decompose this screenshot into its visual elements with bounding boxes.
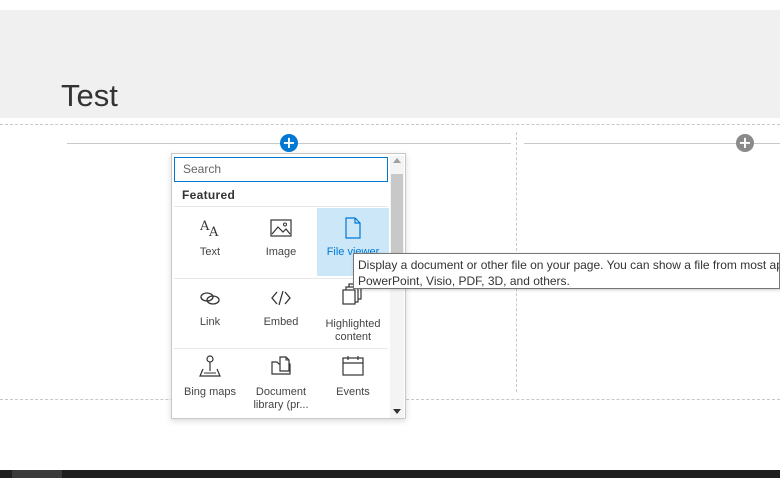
webpart-events[interactable]: Events (317, 350, 389, 418)
image-icon (270, 219, 292, 237)
document-library-icon (271, 356, 291, 375)
webpart-label: Document library (pr... (253, 386, 309, 411)
page-header: Test (0, 10, 780, 118)
webpart-label: Highlighted content (325, 318, 381, 343)
webpart-label: Image (265, 246, 297, 258)
search-input[interactable]: Search (174, 157, 388, 182)
link-icon (200, 292, 220, 305)
tooltip-line-2: PowerPoint, Visio, PDF, 3D, and others. (358, 274, 570, 288)
calendar-icon (342, 356, 364, 376)
webpart-label: Bing maps (184, 386, 236, 398)
webpart-label: Events (336, 386, 370, 398)
embed-icon (271, 290, 291, 306)
scroll-down-arrow-icon[interactable] (393, 409, 401, 414)
map-pin-icon (199, 355, 221, 377)
page-title[interactable]: Test (61, 78, 118, 114)
file-icon (345, 217, 361, 239)
sharepoint-page: Test + + Search Featured A A Text Image (0, 0, 780, 478)
scroll-thumb[interactable] (391, 174, 403, 256)
webpart-text[interactable]: A A Text (174, 208, 246, 276)
featured-heading: Featured (182, 188, 236, 202)
tooltip-line-1: Display a document or other file on your… (358, 258, 779, 272)
svg-text:A: A (208, 225, 219, 240)
webpart-label: Link (199, 316, 221, 328)
top-strip (0, 0, 780, 10)
webpart-link[interactable]: Link (174, 278, 246, 346)
webpart-embed[interactable]: Embed (245, 278, 317, 346)
row-separator (174, 206, 388, 207)
row-separator (174, 348, 388, 349)
file-viewer-tooltip: Display a document or other file on your… (353, 253, 780, 289)
taskbar-item[interactable] (12, 470, 62, 478)
webpart-bing-maps[interactable]: Bing maps (174, 350, 246, 418)
add-webpart-button-left[interactable]: + (280, 134, 298, 152)
webpart-label: Text (199, 246, 221, 258)
text-icon: A A (199, 219, 219, 240)
webpart-image[interactable]: Image (245, 208, 317, 276)
section-border-top (0, 124, 780, 125)
webpart-label: Embed (263, 316, 299, 328)
add-webpart-button-right[interactable]: + (736, 134, 754, 152)
webpart-document-library[interactable]: Document library (pr... (245, 350, 317, 418)
taskbar (0, 470, 780, 478)
scroll-up-arrow-icon[interactable] (393, 158, 401, 163)
